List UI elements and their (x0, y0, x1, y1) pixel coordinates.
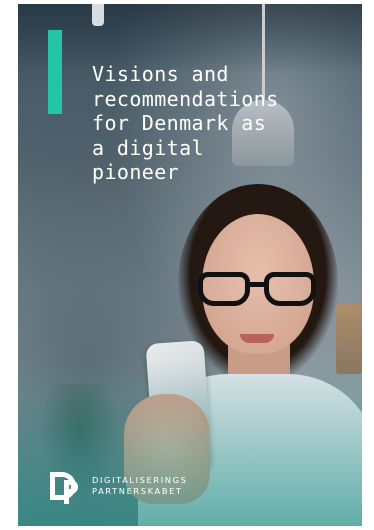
cover-title-line: for Denmark as (92, 111, 267, 135)
person-smile (240, 334, 274, 343)
brand-line: PARTNERSKABET (92, 486, 183, 496)
glasses (198, 272, 322, 312)
brand-line: DIGITALISERINGS (92, 475, 188, 485)
cover-title-line: pioneer (92, 160, 180, 184)
glasses-lens-right (264, 272, 316, 306)
glasses-lens-left (198, 272, 250, 306)
small-lamp (92, 4, 104, 26)
cover-title-line: recommendations (92, 86, 279, 111)
report-cover: Visions and recommendations for Denmark … (18, 4, 362, 526)
cover-title-line: Visions and (92, 62, 229, 86)
dp-logo-icon (50, 472, 78, 504)
cover-title-line: a digital (92, 135, 204, 160)
brand-name: DIGITALISERINGS PARTNERSKABET (92, 475, 188, 497)
cover-title: Visions and recommendations for Denmark … (92, 62, 354, 185)
accent-bar (48, 30, 62, 114)
